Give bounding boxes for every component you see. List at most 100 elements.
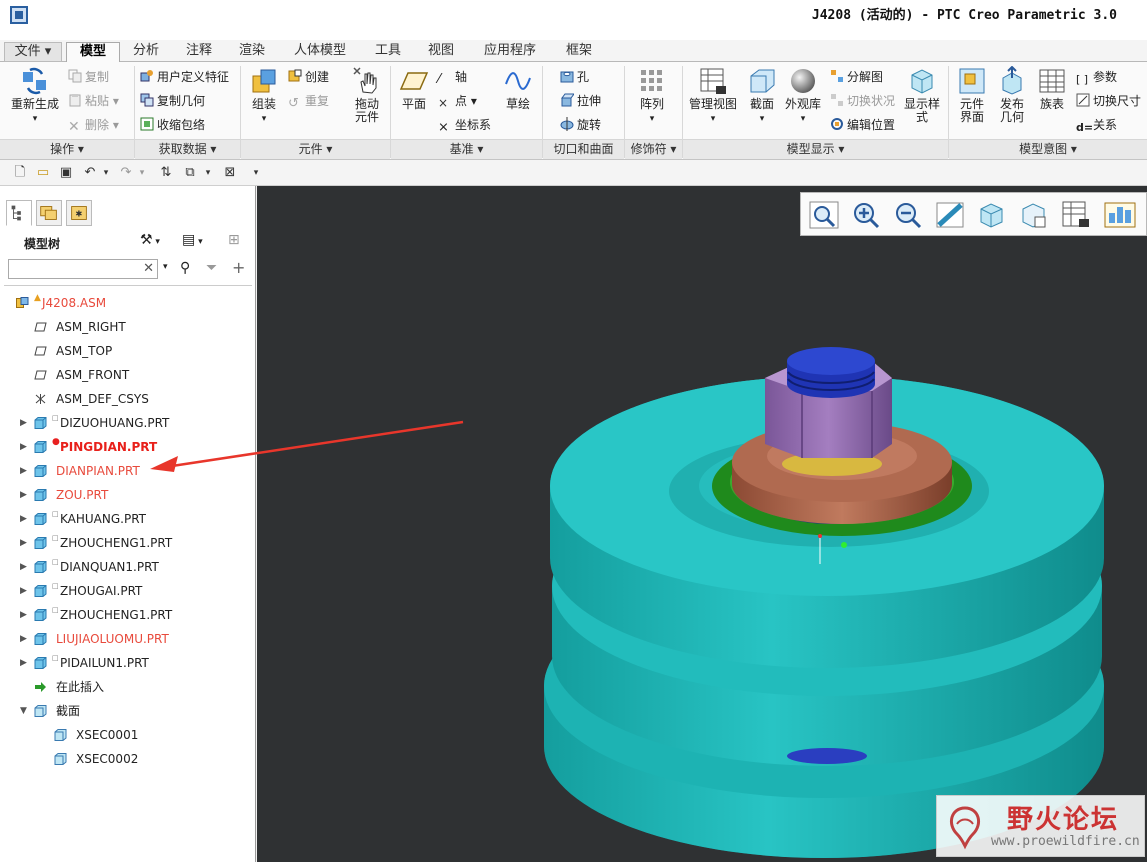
expand-arrow-icon[interactable]: ▶ (20, 532, 30, 554)
folder-browser-tab-icon[interactable] (36, 200, 62, 226)
tree-item[interactable]: ▲ J4208.ASM (0, 292, 250, 314)
switch-dimensions-button[interactable]: 切换尺寸 (1076, 92, 1141, 110)
expand-arrow-icon[interactable]: ▶ (20, 484, 30, 506)
expand-arrow-icon[interactable]: ▶ (20, 508, 30, 530)
csys-button[interactable]: ⨯ 坐标系 (438, 116, 491, 135)
family-table-button[interactable]: 族表 (1034, 66, 1070, 111)
repeat-button[interactable]: ↺ 重复 (288, 92, 329, 111)
tree-item[interactable]: ▶ ● PINGDIAN.PRT (0, 436, 250, 458)
clear-search-icon[interactable]: ✕ (143, 261, 154, 276)
sketch-button[interactable]: 草绘 (500, 66, 536, 111)
expand-arrow-icon[interactable]: ▶ (20, 604, 30, 626)
group-component[interactable]: 元件 ▾ (241, 139, 390, 159)
toggle-status-button[interactable]: 切换状况 (830, 92, 895, 110)
expand-arrow-icon[interactable]: ▶ (20, 460, 30, 482)
add-column-icon[interactable]: + (232, 258, 245, 277)
udf-button[interactable]: 用户定义特征 (140, 68, 229, 86)
manage-views-button[interactable]: 管理视图 ▾ (686, 66, 740, 126)
tab-annotate[interactable]: 注释 (175, 42, 223, 62)
search-dropdown-icon[interactable]: ▾ (163, 262, 168, 272)
tree-item[interactable]: ▼ 截面 (0, 700, 250, 722)
tree-item[interactable]: ▶ ZOU.PRT (0, 484, 250, 506)
graphics-viewport[interactable] (257, 186, 1147, 862)
find-binoculars-icon[interactable]: ⚲ (180, 260, 190, 276)
point-button[interactable]: × 点 ▾ (438, 92, 477, 110)
relations-button[interactable]: d=关系 (1076, 116, 1117, 134)
tree-item[interactable]: 在此插入 (0, 676, 250, 698)
undo-dropdown-icon[interactable]: ▾ (98, 165, 114, 181)
tree-item[interactable]: XSEC0001 (0, 724, 250, 746)
assemble-button[interactable]: 组装 ▾ (244, 66, 284, 126)
pattern-button[interactable]: 阵列 ▾ (634, 66, 670, 126)
save-icon[interactable]: ▣ (58, 165, 74, 181)
tree-item[interactable]: ▶ LIUJIAOLUOMU.PRT (0, 628, 250, 650)
publish-geometry-button[interactable]: 发布 几何 (994, 66, 1030, 124)
tab-model[interactable]: 模型 (66, 42, 120, 63)
group-operations[interactable]: 操作 ▾ (0, 139, 134, 159)
settings-tools-icon[interactable]: ⚒ ▾ (140, 232, 160, 248)
tab-applications[interactable]: 应用程序 (470, 42, 550, 62)
delete-button[interactable]: ✕ 删除 ▾ (68, 116, 119, 134)
tab-tools[interactable]: 工具 (364, 42, 412, 62)
favorites-tab-icon[interactable]: ✱ (66, 200, 92, 226)
tree-item[interactable]: ASM_DEF_CSYS (0, 388, 250, 410)
customize-toolbar-icon[interactable]: ▾ (248, 165, 264, 181)
model-tree-search-input[interactable]: ✕ (8, 259, 158, 279)
close-window-icon[interactable]: ⊠ (222, 165, 238, 181)
create-button[interactable]: 创建 (288, 68, 329, 86)
expand-arrow-icon[interactable]: ▶ (20, 436, 30, 458)
extrude-button[interactable]: 拉伸 (560, 92, 601, 110)
filter-funnel-icon[interactable]: ⏷ (206, 260, 217, 276)
tree-item[interactable]: ▶ □ PIDAILUN1.PRT (0, 652, 250, 674)
windows-dropdown-icon[interactable]: ▾ (200, 165, 216, 181)
tree-item[interactable]: ASM_RIGHT (0, 316, 250, 338)
tree-item[interactable]: ASM_TOP (0, 340, 250, 362)
hole-button[interactable]: 孔 (560, 68, 589, 86)
group-modifiers[interactable]: 修饰符 ▾ (625, 139, 682, 159)
group-model-intent[interactable]: 模型意图 ▾ (949, 139, 1147, 159)
shrinkwrap-button[interactable]: 收缩包络 (140, 116, 205, 134)
paste-button[interactable]: 粘贴 ▾ (68, 92, 119, 110)
open-folder-icon[interactable]: ▭ (35, 165, 51, 181)
group-get-data[interactable]: 获取数据 ▾ (135, 139, 240, 159)
regenerate-small-icon[interactable]: ⇅ (158, 165, 174, 181)
tab-analysis[interactable]: 分析 (122, 42, 170, 62)
axis-button[interactable]: ⁄ 轴 (438, 68, 467, 87)
edit-position-button[interactable]: 编辑位置 (830, 116, 895, 134)
tab-framework[interactable]: 框架 (555, 42, 603, 62)
collapse-arrow-icon[interactable]: ▼ (20, 700, 30, 722)
plane-button[interactable]: 平面 (396, 66, 432, 111)
expand-arrow-icon[interactable]: ▶ (20, 580, 30, 602)
group-datum[interactable]: 基准 ▾ (391, 139, 542, 159)
drag-components-button[interactable]: 拖动 元件 (348, 66, 386, 124)
display-style-button[interactable]: 显示样式 (900, 66, 944, 124)
tab-file[interactable]: 文件 ▾ (4, 42, 62, 62)
expand-arrow-icon[interactable]: ▶ (20, 628, 30, 650)
tree-filter-options-icon[interactable]: ⊞ (228, 232, 240, 248)
component-interface-button[interactable]: 元件 界面 (954, 66, 990, 124)
model-tree-tab-icon[interactable] (6, 200, 32, 226)
tree-item[interactable]: ▶ □ DIZUOHUANG.PRT (0, 412, 250, 434)
tree-item[interactable]: ▶ □ DIANQUAN1.PRT (0, 556, 250, 578)
parameters-button[interactable]: [ ] 参数 (1076, 68, 1117, 86)
tree-item[interactable]: ASM_FRONT (0, 364, 250, 386)
redo-icon[interactable]: ↷ (118, 165, 134, 181)
section-button[interactable]: 截面 ▾ (744, 66, 780, 126)
assembly-model-render[interactable] (257, 186, 1147, 862)
copy-button[interactable]: 复制 (68, 68, 109, 86)
revolve-button[interactable]: 旋转 (560, 116, 601, 134)
show-options-icon[interactable]: ▤ ▾ (182, 232, 203, 248)
undo-icon[interactable]: ↶ (82, 165, 98, 181)
new-file-icon[interactable]: 🗋 (12, 165, 28, 181)
tree-item[interactable]: ▶ DIANPIAN.PRT (0, 460, 250, 482)
tree-item[interactable]: ▶ □ ZHOUCHENG1.PRT (0, 532, 250, 554)
expand-arrow-icon[interactable]: ▶ (20, 556, 30, 578)
tab-render[interactable]: 渲染 (228, 42, 276, 62)
group-model-display[interactable]: 模型显示 ▾ (683, 139, 948, 159)
redo-dropdown-icon[interactable]: ▾ (134, 165, 150, 181)
tab-manikin[interactable]: 人体模型 (281, 42, 359, 62)
exploded-view-button[interactable]: 分解图 (830, 68, 883, 86)
tree-item[interactable]: ▶ □ ZHOUCHENG1.PRT (0, 604, 250, 626)
tree-item[interactable]: XSEC0002 (0, 748, 250, 770)
appearance-gallery-button[interactable]: 外观库 ▾ (782, 66, 824, 126)
